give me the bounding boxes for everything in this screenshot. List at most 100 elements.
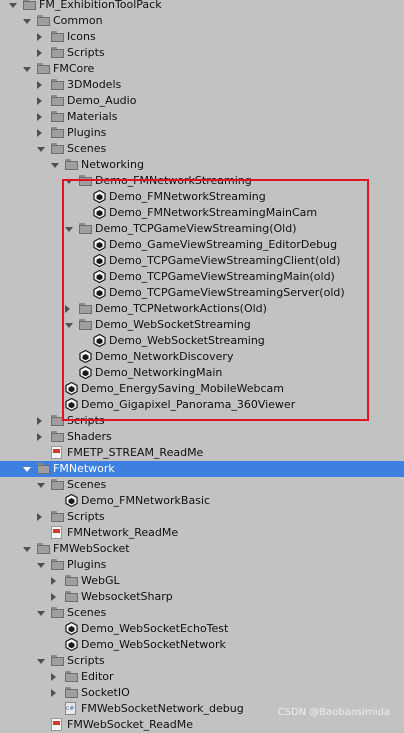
tree-item[interactable]: FMNetwork_ReadMe [0, 525, 404, 541]
collapsed-arrow-icon[interactable] [51, 689, 56, 697]
unity-scene-icon [93, 334, 106, 347]
tree-item[interactable]: Demo_GameViewStreaming_EditorDebug [0, 237, 404, 253]
tree-item[interactable]: Plugins [0, 125, 404, 141]
tree-item[interactable]: Demo_Gigapixel_Panorama_360Viewer [0, 397, 404, 413]
tree-item[interactable]: Demo_WebSocketStreaming [0, 317, 404, 333]
tree-item[interactable]: Demo_FMNetworkStreaming [0, 173, 404, 189]
expand-arrow-icon[interactable] [65, 179, 73, 184]
collapsed-arrow-icon[interactable] [37, 33, 42, 41]
tree-item[interactable]: Demo_WebSocketStreaming [0, 333, 404, 349]
tree-item[interactable]: WebGL [0, 573, 404, 589]
tree-item[interactable]: Plugins [0, 557, 404, 573]
collapsed-arrow-icon[interactable] [51, 577, 56, 585]
text-asset-icon [51, 718, 62, 731]
tree-item-label: Demo_GameViewStreaming_EditorDebug [109, 238, 338, 251]
tree-item[interactable]: Scenes [0, 477, 404, 493]
collapsed-arrow-icon[interactable] [65, 305, 70, 313]
expand-arrow-icon[interactable] [23, 67, 31, 72]
folder-icon [79, 223, 92, 235]
unity-scene-icon [65, 398, 78, 411]
tree-item[interactable]: FMWebSocket [0, 541, 404, 557]
collapsed-arrow-icon[interactable] [37, 49, 42, 57]
collapsed-arrow-icon[interactable] [37, 513, 42, 521]
folder-icon [51, 655, 64, 667]
tree-item[interactable]: SocketIO [0, 685, 404, 701]
tree-item[interactable]: Common [0, 13, 404, 29]
tree-item-label: Demo_FMNetworkStreaming [95, 174, 252, 187]
expand-arrow-icon[interactable] [37, 147, 45, 152]
folder-icon [23, 0, 36, 11]
collapsed-arrow-icon[interactable] [37, 129, 42, 137]
expand-arrow-icon[interactable] [23, 467, 31, 472]
tree-item[interactable]: Demo_TCPGameViewStreamingMain(old) [0, 269, 404, 285]
expand-arrow-icon[interactable] [37, 659, 45, 664]
tree-item[interactable]: Scenes [0, 141, 404, 157]
tree-item[interactable]: Demo_NetworkingMain [0, 365, 404, 381]
tree-item[interactable]: FMCore [0, 61, 404, 77]
tree-item-label: Scenes [67, 606, 107, 619]
expand-arrow-icon[interactable] [37, 611, 45, 616]
collapsed-arrow-icon[interactable] [37, 113, 42, 121]
tree-item[interactable]: Demo_TCPGameViewStreamingServer(old) [0, 285, 404, 301]
collapsed-arrow-icon[interactable] [37, 97, 42, 105]
tree-item[interactable]: FMNetwork [0, 461, 404, 477]
folder-icon [37, 63, 50, 75]
tree-item[interactable]: FM_ExhibitionToolPack [0, 0, 404, 13]
unity-scene-icon [93, 254, 106, 267]
tree-item-label: FM_ExhibitionToolPack [39, 0, 162, 11]
collapsed-arrow-icon[interactable] [51, 673, 56, 681]
tree-item[interactable]: Scripts [0, 45, 404, 61]
expand-arrow-icon[interactable] [37, 483, 45, 488]
unity-scene-icon [93, 270, 106, 283]
tree-item[interactable]: FMWebSocket_ReadMe [0, 717, 404, 733]
folder-icon [79, 303, 92, 315]
tree-item[interactable]: Demo_EnergySaving_MobileWebcam [0, 381, 404, 397]
tree-item[interactable]: WebsocketSharp [0, 589, 404, 605]
tree-item-label: Demo_WebSocketStreaming [95, 318, 251, 331]
tree-item[interactable]: Scenes [0, 605, 404, 621]
tree-item[interactable]: Demo_TCPNetworkActions(Old) [0, 301, 404, 317]
expand-arrow-icon[interactable] [23, 547, 31, 552]
tree-item[interactable]: Demo_FMNetworkStreamingMainCam [0, 205, 404, 221]
collapsed-arrow-icon[interactable] [51, 593, 56, 601]
tree-item-label: Scripts [67, 46, 105, 59]
tree-item[interactable]: Demo_WebSocketEchoTest [0, 621, 404, 637]
tree-item-label: Plugins [67, 126, 107, 139]
tree-item[interactable]: Scripts [0, 509, 404, 525]
expand-arrow-icon[interactable] [65, 227, 73, 232]
tree-item[interactable]: FMETP_STREAM_ReadMe [0, 445, 404, 461]
tree-item[interactable]: Demo_FMNetworkStreaming [0, 189, 404, 205]
expand-arrow-icon[interactable] [9, 3, 17, 8]
tree-item[interactable]: Demo_TCPGameViewStreaming(Old) [0, 221, 404, 237]
tree-item[interactable]: Scripts [0, 413, 404, 429]
expand-arrow-icon[interactable] [37, 563, 45, 568]
tree-item-label: FMWebSocketNetwork_debug [81, 702, 244, 715]
unity-scene-icon [79, 366, 92, 379]
unity-scene-icon [65, 622, 78, 635]
tree-item[interactable]: Demo_WebSocketNetwork [0, 637, 404, 653]
tree-item[interactable]: Demo_FMNetworkBasic [0, 493, 404, 509]
tree-item[interactable]: Icons [0, 29, 404, 45]
tree-item-label: Demo_NetworkingMain [95, 366, 223, 379]
tree-item[interactable]: Scripts [0, 653, 404, 669]
tree-item-label: FMWebSocket [53, 542, 130, 555]
tree-item-label: FMCore [53, 62, 95, 75]
folder-icon [51, 511, 64, 523]
expand-arrow-icon[interactable] [23, 19, 31, 24]
folder-icon [51, 479, 64, 491]
tree-item[interactable]: Editor [0, 669, 404, 685]
tree-item[interactable]: Networking [0, 157, 404, 173]
tree-item[interactable]: 3DModels [0, 77, 404, 93]
expand-arrow-icon[interactable] [65, 323, 73, 328]
tree-item[interactable]: Demo_TCPGameViewStreamingClient(old) [0, 253, 404, 269]
tree-item[interactable]: Shaders [0, 429, 404, 445]
expand-arrow-icon[interactable] [51, 163, 59, 168]
tree-item[interactable]: Materials [0, 109, 404, 125]
tree-item[interactable]: Demo_NetworkDiscovery [0, 349, 404, 365]
unity-scene-icon [65, 638, 78, 651]
tree-item[interactable]: Demo_Audio [0, 93, 404, 109]
collapsed-arrow-icon[interactable] [37, 81, 42, 89]
tree-item-label: Demo_WebSocketStreaming [109, 334, 265, 347]
collapsed-arrow-icon[interactable] [37, 433, 42, 441]
collapsed-arrow-icon[interactable] [37, 417, 42, 425]
